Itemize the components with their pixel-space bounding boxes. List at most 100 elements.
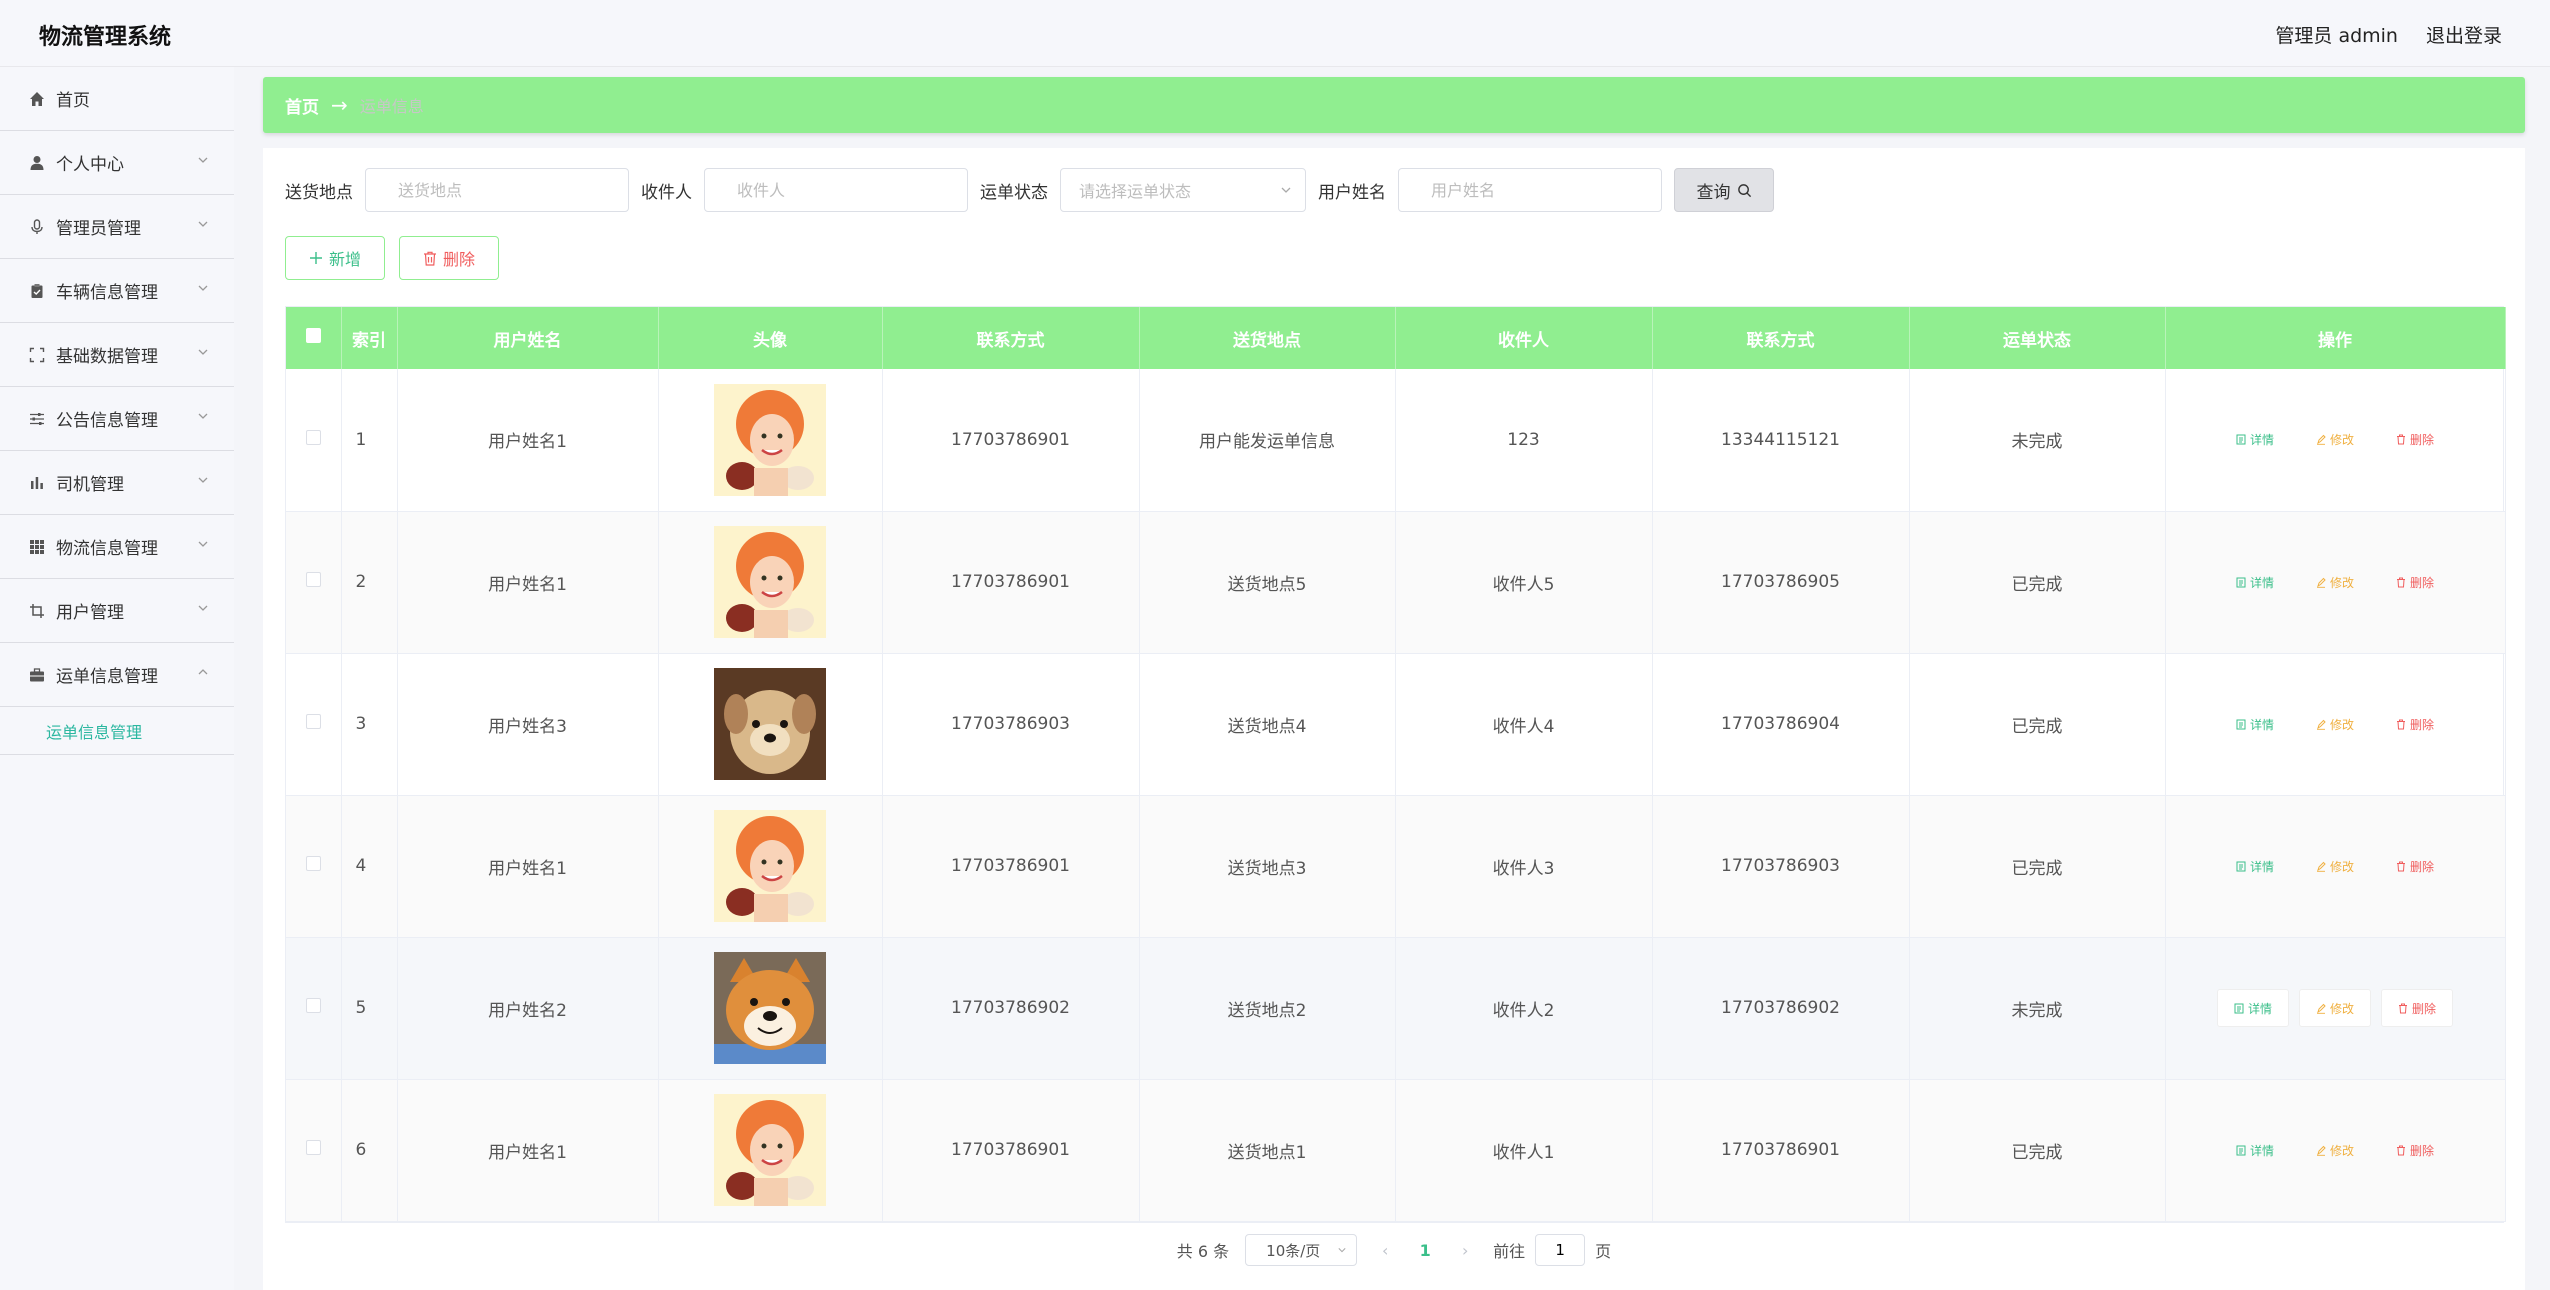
header-receiver[interactable]: 收件人 [1395,307,1653,369]
sidebar-item-label: 运单信息管理 [56,667,158,687]
row-checkbox[interactable] [305,998,321,1013]
table-row[interactable]: 1 用户姓名1 17703786901 用户能发运单信息 123 13344115121 未… [286,369,2506,512]
sidebar-item-admin[interactable]: 管理员管理 [0,195,234,259]
delete-button[interactable]: 删除 [399,236,499,280]
cell-receiver: 收件人5 [1395,511,1653,654]
remove-button[interactable]: 删除 [2380,1131,2450,1169]
query-button[interactable]: 查询 [1674,168,1774,212]
cell-avatar [658,369,883,512]
edit-button[interactable]: 修改 [2300,563,2370,601]
admin-label[interactable]: 管理员 admin [2275,21,2398,48]
chevron-up-icon [198,669,208,675]
remove-button[interactable]: 删除 [2380,847,2450,885]
cell-receiver-contact: 17703786904 [1652,653,1910,796]
cell-status: 已完成 [1909,1079,2166,1222]
table-row[interactable]: 6 用户姓名1 17703786901 送货地点1 收件人1 17703786901 已完成… [286,1079,2506,1222]
goto-page-input[interactable] [1535,1234,1586,1266]
detail-button[interactable]: 详情 [2220,705,2290,743]
remove-button[interactable]: 删除 [2381,989,2454,1027]
header-address[interactable]: 送货地点 [1139,307,1396,369]
row-checkbox[interactable] [305,856,321,871]
address-input[interactable] [365,168,629,212]
row-checkbox[interactable] [305,572,321,587]
sidebar-item-driver[interactable]: 司机管理 [0,451,234,515]
avatar-girl-photo [714,383,826,496]
status-select-placeholder: 请选择运单状态 [1079,182,1192,201]
edit-button[interactable]: 修改 [2300,421,2370,459]
row-checkbox[interactable] [305,714,321,729]
row-checkbox[interactable] [305,1140,321,1155]
username-input[interactable] [1398,168,1662,212]
row-select-cell [286,795,342,938]
chevron-down-icon [198,541,208,547]
detail-button-label: 详情 [2249,433,2274,448]
prev-page-icon[interactable]: ‹ [1373,1241,1397,1260]
cell-ops: 详情 修改 删除 [2165,1079,2506,1222]
header-contact[interactable]: 联系方式 [882,307,1140,369]
cell-avatar [658,795,883,938]
cell-address: 送货地点5 [1139,511,1396,654]
cell-avatar [658,937,883,1080]
cell-avatar [658,1079,883,1222]
row-select-cell [286,653,342,796]
document-icon [2236,434,2246,445]
add-button-label: 新增 [328,250,361,269]
header-status[interactable]: 运单状态 [1909,307,2166,369]
detail-button[interactable]: 详情 [2216,989,2289,1027]
edit-button[interactable]: 修改 [2300,1131,2370,1169]
page-number-current[interactable]: 1 [1413,1241,1437,1260]
table-row[interactable]: 4 用户姓名1 17703786901 送货地点3 收件人3 17703786903 已完成… [286,795,2506,938]
add-button[interactable]: 新增 [285,236,385,280]
header-ops: 操作 [2165,307,2506,369]
avatar-girl-photo [714,526,826,638]
cell-username: 用户姓名1 [397,795,659,938]
detail-button[interactable]: 详情 [2220,421,2290,459]
cell-address: 用户能发运单信息 [1139,369,1396,512]
sidebar-item-home[interactable]: 首页 [0,67,234,131]
action-bar: 新增 删除 [285,236,499,280]
table-row[interactable]: 3 用户姓名3 17703786903 送货地点4 收件人4 17703786904 已完成… [286,653,2506,796]
row-select-cell [286,937,342,1080]
sidebar-item-notice[interactable]: 公告信息管理 [0,387,234,451]
sidebar-item-waybill[interactable]: 运单信息管理 [0,643,234,707]
sidebar-item-logistics[interactable]: 物流信息管理 [0,515,234,579]
select-all-checkbox[interactable] [305,328,321,343]
cell-avatar [658,653,883,796]
remove-button-label: 删除 [2410,859,2435,874]
detail-button[interactable]: 详情 [2220,563,2290,601]
submenu-item-waybill-management[interactable]: 运单信息管理 [0,707,234,755]
table-row[interactable]: 5 用户姓名2 17703786902 送货地点2 收件人2 17703786902 未完成… [286,937,2506,1080]
page-size-select[interactable]: 10条/页 [1245,1234,1358,1266]
header-avatar[interactable]: 头像 [658,307,883,369]
remove-button[interactable]: 删除 [2380,705,2450,743]
header-username[interactable]: 用户姓名 [397,307,659,369]
edit-button[interactable]: 修改 [2300,847,2370,885]
table-row[interactable]: 2 用户姓名1 17703786901 送货地点5 收件人5 17703786905 已完成… [286,511,2506,654]
sidebar-item-profile[interactable]: 个人中心 [0,131,234,195]
cell-receiver-contact: 13344115121 [1652,369,1910,512]
status-select[interactable]: 请选择运单状态 [1060,168,1306,212]
waybill-table: 索引 用户姓名 头像 联系方式 送货地点 收件人 联系方式 运单状态 操作 1用… [285,306,2506,1223]
sidebar-item-vehicle[interactable]: 车辆信息管理 [0,259,234,323]
next-page-icon[interactable]: › [1453,1241,1477,1260]
edit-button[interactable]: 修改 [2298,989,2371,1027]
row-actions: 详情 修改 删除 [2166,421,2505,459]
breadcrumb-home[interactable]: 首页 [285,93,319,118]
sidebar-item-users[interactable]: 用户管理 [0,579,234,643]
remove-button[interactable]: 删除 [2380,563,2450,601]
sidebar-item-base-data[interactable]: 基础数据管理 [0,323,234,387]
breadcrumb: 首页 → 运单信息 [263,77,2525,133]
row-checkbox[interactable] [305,429,321,445]
receiver-input[interactable] [704,168,968,212]
remove-button[interactable]: 删除 [2380,421,2450,459]
header-receiver-contact[interactable]: 联系方式 [1652,307,1910,369]
cell-receiver-contact: 17703786903 [1652,795,1910,938]
edit-button[interactable]: 修改 [2300,705,2370,743]
detail-button[interactable]: 详情 [2220,847,2290,885]
cell-index: 3 [341,653,398,796]
logout-button[interactable]: 退出登录 [2426,21,2502,48]
detail-button[interactable]: 详情 [2220,1131,2290,1169]
goto-label: 前往 [1493,1242,1526,1261]
chevron-down-icon [198,477,208,483]
cell-ops: 详情 修改 删除 [2165,511,2506,654]
